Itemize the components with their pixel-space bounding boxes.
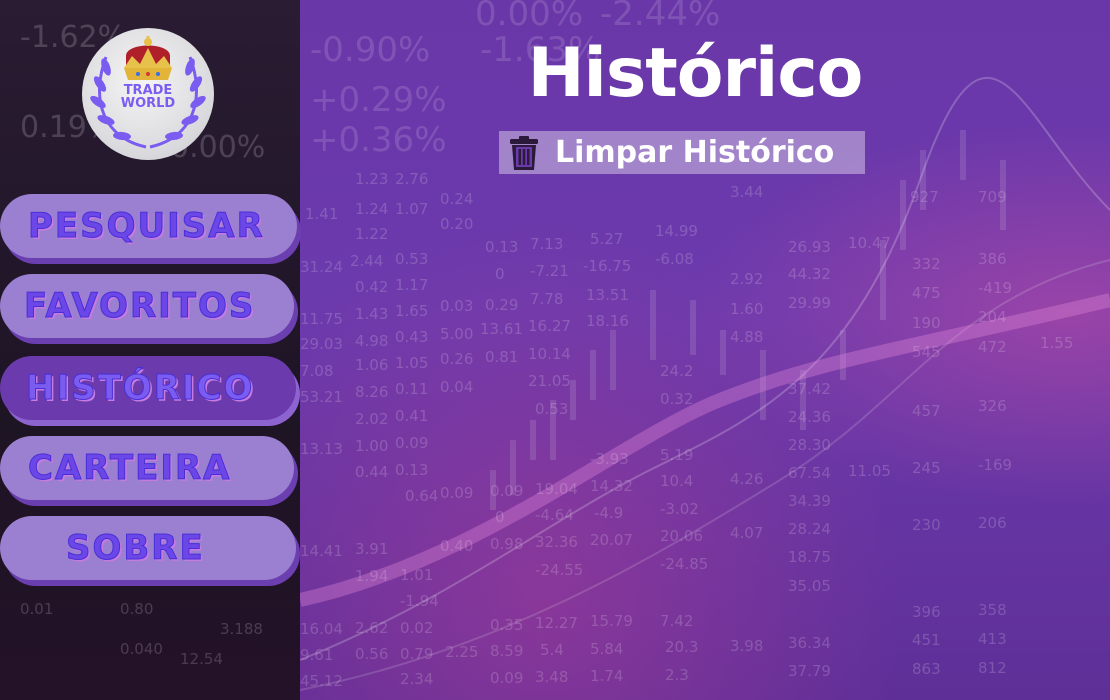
nav-button-favoritos[interactable]: FAVORITOS: [0, 274, 294, 338]
page-title: Histórico: [527, 34, 864, 113]
logo-wordmark: TRADE WORLD: [82, 84, 214, 110]
trade-world-logo: TRADE WORLD: [82, 28, 214, 160]
nav-button-historico[interactable]: HISTÓRICO: [0, 356, 296, 420]
trash-icon: [510, 135, 538, 170]
nav-label-historico: HISTÓRICO: [25, 368, 255, 409]
nav-label-pesquisar: PESQUISAR: [28, 206, 265, 247]
nav-button-carteira[interactable]: CARTEIRA: [0, 436, 294, 500]
clear-history-button[interactable]: Limpar Histórico: [499, 131, 865, 174]
logo-line-2: WORLD: [120, 96, 176, 111]
clear-history-label: Limpar Histórico: [555, 135, 835, 170]
nav-label-sobre: SOBRE: [66, 528, 205, 569]
nav-button-sobre[interactable]: SOBRE: [0, 516, 296, 580]
nav-label-carteira: CARTEIRA: [27, 448, 232, 489]
nav-label-favoritos: FAVORITOS: [23, 286, 256, 327]
crown-icon: [124, 36, 172, 80]
nav-button-pesquisar[interactable]: PESQUISAR: [0, 194, 297, 258]
